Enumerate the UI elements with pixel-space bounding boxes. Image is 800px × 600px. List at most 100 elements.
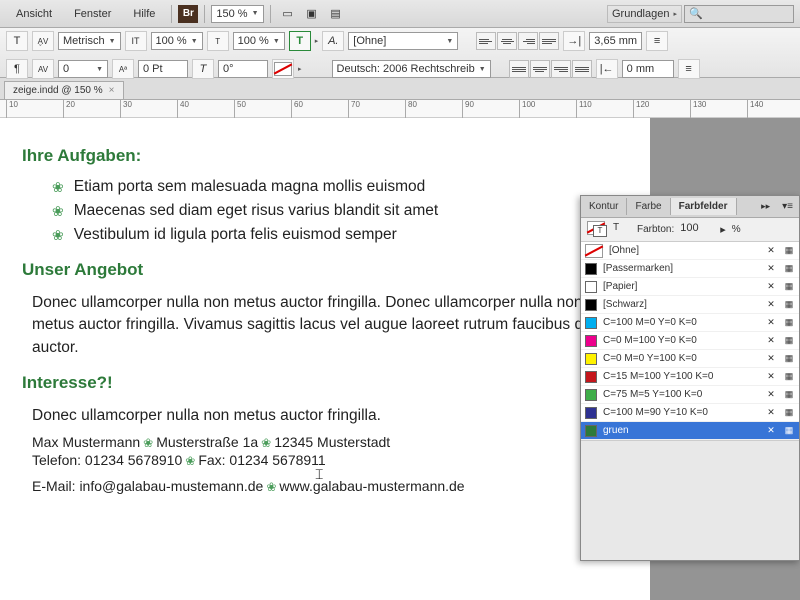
- align-buttons[interactable]: [476, 32, 559, 50]
- tint-field[interactable]: 100: [680, 222, 714, 238]
- charstyle-field[interactable]: [Ohne]▼: [348, 32, 458, 50]
- swatch-row[interactable]: C=15 M=100 Y=100 K=0✕▦: [581, 368, 799, 386]
- search-input[interactable]: 🔍: [684, 5, 794, 23]
- doc-tab[interactable]: zeige.indd @ 150 %×: [4, 81, 124, 99]
- swatch-mode-icon: ▦: [783, 389, 795, 401]
- swatch-row[interactable]: [Passermarken]✕▦: [581, 260, 799, 278]
- flower-icon: ❀: [52, 203, 64, 220]
- fill-stroke-icon[interactable]: T: [587, 221, 607, 239]
- lang-field[interactable]: Deutsch: 2006 Rechtschreib▼: [332, 60, 491, 78]
- swatch-name: C=100 M=90 Y=10 K=0: [603, 407, 759, 418]
- swatch-icon: [585, 281, 597, 293]
- font-field[interactable]: Metrisch▼: [58, 32, 121, 50]
- bridge-icon[interactable]: Br: [178, 5, 198, 23]
- swatch-icon: [585, 371, 597, 383]
- swatch-type-icon: ✕: [765, 299, 777, 311]
- swatch-name: [Ohne]: [609, 245, 759, 256]
- justify-buttons[interactable]: [509, 60, 592, 78]
- swatch-type-icon: ✕: [765, 389, 777, 401]
- menu-fenster[interactable]: Fenster: [64, 4, 121, 24]
- charstyle-icon[interactable]: A.: [322, 31, 344, 51]
- hscale-field[interactable]: 100 %▼: [233, 32, 285, 50]
- swatch-type-icon: ✕: [765, 245, 777, 257]
- baseline-field[interactable]: 0 Pt: [138, 60, 188, 78]
- indent-icon[interactable]: →|: [563, 31, 585, 51]
- arrange-icon[interactable]: ▤: [325, 5, 347, 23]
- screen-mode-icon[interactable]: ▣: [301, 5, 323, 23]
- doc-tabs: zeige.indd @ 150 %×: [0, 78, 800, 100]
- swatch-mode-icon: ▦: [783, 335, 795, 347]
- swatch-icon: [585, 335, 597, 347]
- swatch-row[interactable]: C=100 M=90 Y=10 K=0✕▦: [581, 404, 799, 422]
- spacing-field[interactable]: 0 mm: [622, 60, 674, 78]
- panel-tab-farbe[interactable]: Farbe: [627, 198, 670, 215]
- char-format-icon[interactable]: T: [6, 31, 28, 51]
- swatch-row[interactable]: C=100 M=0 Y=0 K=0✕▦: [581, 314, 799, 332]
- swatch-icon: [585, 299, 597, 311]
- contact-line: Max Mustermann❀Musterstraße 1a❀12345 Mus…: [32, 434, 610, 450]
- ruler-tick: 110: [576, 100, 592, 118]
- view-mode-icon[interactable]: ▭: [277, 5, 299, 23]
- kerning-icon[interactable]: A̬V: [32, 31, 54, 51]
- skew-icon[interactable]: T: [192, 59, 214, 79]
- ruler-tick: 40: [177, 100, 189, 118]
- ruler-tick: 120: [633, 100, 649, 118]
- vscale-field[interactable]: 100 %▼: [151, 32, 203, 50]
- tracking-field[interactable]: 0▼: [58, 60, 108, 78]
- paragraph: Donec ullamcorper nulla non metus auctor…: [32, 405, 610, 427]
- swatch-name: [Passermarken]: [603, 263, 759, 274]
- skew-field[interactable]: 0°: [218, 60, 268, 78]
- swatch-icon: [585, 389, 597, 401]
- swatch-row[interactable]: [Papier]✕▦: [581, 278, 799, 296]
- vscale-icon[interactable]: IT: [125, 31, 147, 51]
- hscale-icon[interactable]: T: [207, 31, 229, 51]
- indent2-icon[interactable]: |←: [596, 59, 618, 79]
- indent-field[interactable]: 3,65 mm: [589, 32, 642, 50]
- apply-text-icon[interactable]: T: [613, 222, 631, 238]
- swatch-row[interactable]: [Ohne]✕▦: [581, 242, 799, 260]
- swatch-row[interactable]: C=75 M=5 Y=100 K=0✕▦: [581, 386, 799, 404]
- ruler-tick: 50: [234, 100, 246, 118]
- menu-ansicht[interactable]: Ansicht: [6, 4, 62, 24]
- swatch-icon: [585, 425, 597, 437]
- numlist-icon[interactable]: ≡: [678, 59, 700, 79]
- panel-tab-farbfelder[interactable]: Farbfelder: [671, 198, 737, 215]
- para-format-icon[interactable]: ¶: [6, 59, 28, 79]
- panel-menu-icon[interactable]: ▾≡: [776, 201, 799, 212]
- flower-icon: ❀: [52, 179, 64, 196]
- ruler[interactable]: 102030405060708090100110120130140: [0, 100, 800, 118]
- tracking-icon[interactable]: AV: [32, 59, 54, 79]
- list-icon[interactable]: ≡: [646, 31, 668, 51]
- swatch-row[interactable]: [Schwarz]✕▦: [581, 296, 799, 314]
- control-panel: T A̬V Metrisch▼ IT 100 %▼ T 100 %▼ T▸ A.…: [0, 28, 800, 78]
- ruler-tick: 90: [462, 100, 474, 118]
- swatch-mode-icon: ▦: [783, 299, 795, 311]
- swatch-row[interactable]: gruen✕▦: [581, 422, 799, 440]
- swatch-mode-icon: ▦: [783, 281, 795, 293]
- ruler-tick: 30: [120, 100, 132, 118]
- panel-collapse-icon[interactable]: ▸▸: [755, 201, 776, 212]
- workspace-dropdown[interactable]: Grundlagen▸: [607, 5, 682, 23]
- swatch-name: C=0 M=0 Y=100 K=0: [603, 353, 759, 364]
- swatch-row[interactable]: C=0 M=100 Y=0 K=0✕▦: [581, 332, 799, 350]
- heading-angebot: Unser Angebot: [22, 260, 620, 280]
- swatch-type-icon: ✕: [765, 263, 777, 275]
- swatch-mode-icon: ▦: [783, 407, 795, 419]
- menu-hilfe[interactable]: Hilfe: [123, 4, 165, 24]
- tint-label: Farbton:: [637, 224, 674, 235]
- zoom-dropdown[interactable]: 150 %▼: [211, 5, 263, 23]
- list-item: ❀Etiam porta sem malesuada magna mollis …: [52, 178, 620, 196]
- fill-text-icon[interactable]: T: [289, 31, 311, 51]
- swatch-mode-icon: ▦: [783, 425, 795, 437]
- document-page[interactable]: Ihre Aufgaben: ❀Etiam porta sem malesuad…: [0, 118, 650, 600]
- ruler-tick: 100: [519, 100, 535, 118]
- swatch-name: C=100 M=0 Y=0 K=0: [603, 317, 759, 328]
- stroke-none-icon[interactable]: [272, 59, 294, 79]
- close-icon[interactable]: ×: [109, 85, 115, 96]
- baseline-icon[interactable]: Aª: [112, 59, 134, 79]
- swatch-mode-icon: ▦: [783, 353, 795, 365]
- swatch-row[interactable]: C=0 M=0 Y=100 K=0✕▦: [581, 350, 799, 368]
- ruler-tick: 130: [690, 100, 706, 118]
- panel-tab-kontur[interactable]: Kontur: [581, 198, 627, 215]
- menubar: Ansicht Fenster Hilfe Br 150 %▼ ▭ ▣ ▤ Gr…: [0, 0, 800, 28]
